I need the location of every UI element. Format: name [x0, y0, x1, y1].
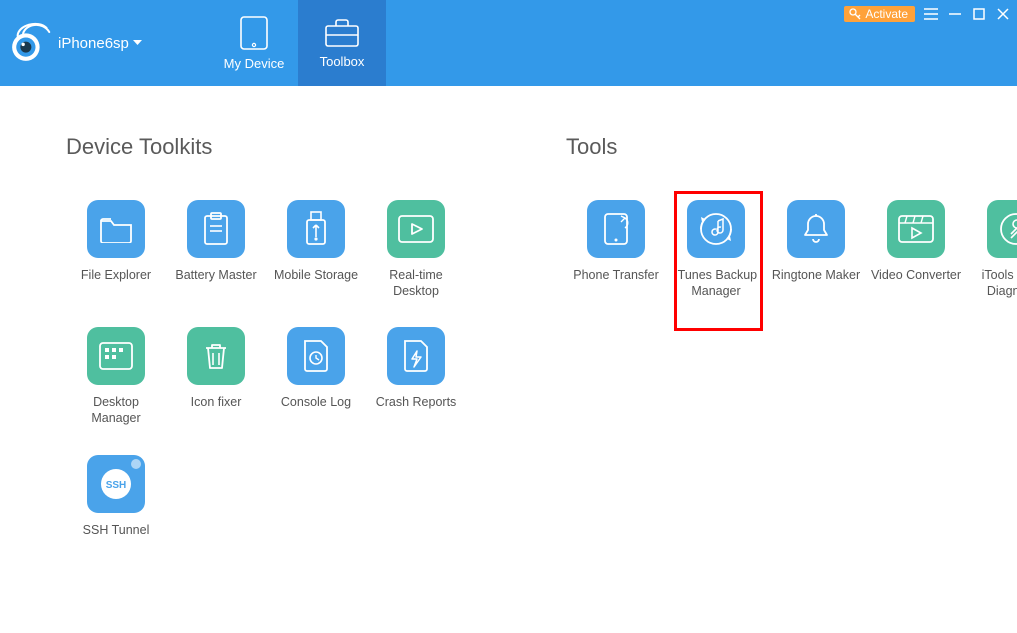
tool-ringtone-maker[interactable]: Ringtone Maker: [766, 200, 866, 299]
tool-label: Mobile Storage: [270, 268, 362, 284]
header-tabs: My Device Toolbox: [210, 0, 386, 86]
tools-grid: Phone Transfer iTunes Backup Manager Rin…: [566, 200, 1017, 327]
grid-apps-icon: [98, 341, 134, 371]
tool-desktop-manager[interactable]: Desktop Manager: [66, 327, 166, 426]
film-play-icon: [897, 214, 935, 244]
content-area: Device Toolkits File Explorer Battery Ma…: [0, 86, 1017, 566]
tool-crash-reports[interactable]: Crash Reports: [366, 327, 466, 426]
tool-label: iTunes Backup Manager: [670, 268, 762, 299]
tool-file-explorer[interactable]: File Explorer: [66, 200, 166, 299]
music-refresh-icon: [696, 209, 736, 249]
toolbox-icon: [325, 18, 359, 48]
chevron-down-icon: [133, 40, 142, 46]
tool-label: Ringtone Maker: [770, 268, 862, 284]
tool-label: iTools Driver Diagnostic: [970, 268, 1017, 299]
tool-label: Video Converter: [870, 268, 962, 284]
tool-battery-master[interactable]: Battery Master: [166, 200, 266, 299]
device-name-label: iPhone6sp: [58, 35, 129, 52]
tool-console-log[interactable]: Console Log: [266, 327, 366, 426]
wrench-circle-icon: [997, 210, 1017, 248]
tab-label: My Device: [224, 56, 285, 71]
menu-button[interactable]: [923, 6, 939, 22]
tool-itunes-backup-manager[interactable]: iTunes Backup Manager: [666, 200, 766, 299]
tool-label: File Explorer: [70, 268, 162, 284]
tool-ssh-tunnel[interactable]: SSH SSH Tunnel: [66, 455, 166, 539]
tool-label: Phone Transfer: [570, 268, 662, 284]
app-header: iPhone6sp My Device Toolbox Activate: [0, 0, 1017, 86]
minimize-button[interactable]: [947, 6, 963, 22]
tablet-icon: [240, 16, 268, 50]
logo-area: iPhone6sp: [0, 0, 210, 86]
panel-tools: Tools Phone Transfer iTunes Backup Manag…: [566, 134, 1017, 566]
tool-label: Icon fixer: [170, 395, 262, 411]
trash-icon: [202, 340, 230, 372]
tool-video-converter[interactable]: Video Converter: [866, 200, 966, 299]
device-selector[interactable]: iPhone6sp: [58, 35, 142, 52]
window-controls: Activate: [844, 6, 1011, 22]
maximize-button[interactable]: [971, 6, 987, 22]
tool-icon-fixer[interactable]: Icon fixer: [166, 327, 266, 426]
panel-device-toolkits: Device Toolkits File Explorer Battery Ma…: [66, 134, 496, 566]
activate-button[interactable]: Activate: [844, 6, 915, 22]
tool-label: Battery Master: [170, 268, 262, 284]
usb-drive-icon: [304, 211, 328, 247]
bolt-file-icon: [401, 339, 431, 373]
folder-icon: [99, 215, 133, 243]
clipboard-icon: [202, 212, 230, 246]
tool-label: Desktop Manager: [70, 395, 162, 426]
clock-file-icon: [301, 339, 331, 373]
phone-transfer-icon: [601, 212, 631, 246]
section-title: Tools: [566, 134, 1017, 160]
tab-my-device[interactable]: My Device: [210, 0, 298, 86]
key-icon: [849, 8, 861, 20]
close-button[interactable]: [995, 6, 1011, 22]
tool-mobile-storage[interactable]: Mobile Storage: [266, 200, 366, 299]
tab-toolbox[interactable]: Toolbox: [298, 0, 386, 86]
app-logo-icon: [8, 21, 52, 65]
activate-label: Activate: [865, 7, 908, 21]
tool-label: SSH Tunnel: [70, 523, 162, 539]
tab-label: Toolbox: [320, 54, 365, 69]
section-title: Device Toolkits: [66, 134, 496, 160]
status-dot: [131, 459, 141, 469]
tool-driver-diagnostic[interactable]: iTools Driver Diagnostic: [966, 200, 1017, 299]
tool-realtime-desktop[interactable]: Real-time Desktop: [366, 200, 466, 299]
ssh-icon: SSH: [96, 464, 136, 504]
svg-text:SSH: SSH: [106, 480, 127, 491]
tool-label: Crash Reports: [370, 395, 462, 411]
play-screen-icon: [397, 214, 435, 244]
tool-label: Real-time Desktop: [370, 268, 462, 299]
bell-icon: [800, 212, 832, 246]
device-toolkits-grid: File Explorer Battery Master Mobile Stor…: [66, 200, 496, 566]
tool-label: Console Log: [270, 395, 362, 411]
tool-phone-transfer[interactable]: Phone Transfer: [566, 200, 666, 299]
